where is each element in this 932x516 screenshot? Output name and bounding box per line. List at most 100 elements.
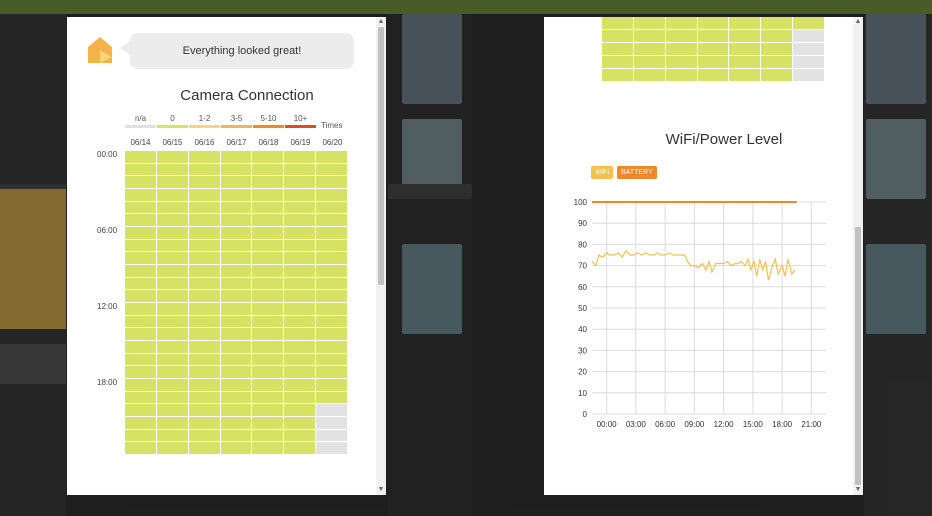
heatmap-cell[interactable] (252, 303, 284, 315)
heatmap-cell[interactable] (125, 252, 156, 264)
heatmap-cell[interactable] (284, 151, 316, 163)
heatmap-cell[interactable] (316, 290, 347, 302)
heatmap-cell[interactable] (220, 252, 252, 264)
heatmap-cell[interactable] (316, 151, 347, 163)
heatmap-cell[interactable] (316, 176, 347, 188)
heatmap-cell[interactable] (188, 252, 220, 264)
heatmap-cell[interactable] (316, 404, 347, 416)
heatmap-cell[interactable] (188, 189, 220, 201)
heatmap-cell[interactable] (316, 366, 347, 378)
scroll-up-arrow-icon[interactable]: ▲ (853, 17, 863, 27)
heatmap-cell[interactable] (220, 341, 252, 353)
heatmap-cell[interactable] (220, 328, 252, 340)
heatmap-cell[interactable] (316, 417, 347, 429)
heatmap-cell[interactable] (156, 391, 188, 404)
heatmap-cell[interactable] (220, 404, 252, 416)
scroll-down-arrow-icon[interactable]: ▼ (376, 485, 386, 495)
scroll-down-arrow-icon[interactable]: ▼ (853, 485, 863, 495)
heatmap-cell[interactable] (125, 341, 156, 353)
heatmap-cell[interactable] (125, 265, 156, 277)
heatmap-cell[interactable] (125, 353, 156, 366)
heatmap-cell[interactable] (125, 379, 156, 391)
heatmap-cell[interactable] (188, 442, 220, 454)
heatmap-cell[interactable] (284, 391, 316, 404)
scroll-thumb[interactable] (855, 227, 861, 485)
heatmap-cell[interactable] (252, 214, 284, 226)
scroll-up-arrow-icon[interactable]: ▲ (376, 17, 386, 27)
heatmap-cell[interactable] (125, 328, 156, 340)
heatmap-cell[interactable] (125, 151, 156, 163)
heatmap-cell[interactable] (188, 341, 220, 353)
heatmap-cell[interactable] (252, 379, 284, 391)
heatmap-cell[interactable] (316, 163, 347, 176)
heatmap-cell[interactable] (188, 201, 220, 214)
heatmap-cell[interactable] (284, 290, 316, 302)
heatmap-cell[interactable] (125, 429, 156, 442)
heatmap-cell[interactable] (125, 189, 156, 201)
heatmap-cell[interactable] (316, 227, 347, 239)
heatmap-cell[interactable] (125, 239, 156, 252)
heatmap-cell[interactable] (188, 239, 220, 252)
heatmap-cell[interactable] (252, 176, 284, 188)
heatmap-cell[interactable] (284, 303, 316, 315)
heatmap-cell[interactable] (125, 366, 156, 378)
heatmap-cell[interactable] (188, 277, 220, 290)
heatmap-cell[interactable] (284, 265, 316, 277)
heatmap-cell[interactable] (125, 391, 156, 404)
heatmap-cell[interactable] (125, 277, 156, 290)
heatmap-cell[interactable] (220, 379, 252, 391)
heatmap-cell[interactable] (252, 391, 284, 404)
heatmap-cell[interactable] (220, 391, 252, 404)
heatmap-cell[interactable] (125, 404, 156, 416)
heatmap-cell[interactable] (220, 189, 252, 201)
heatmap-cell[interactable] (252, 290, 284, 302)
heatmap-cell[interactable] (220, 163, 252, 176)
heatmap-cell[interactable] (252, 404, 284, 416)
heatmap-cell[interactable] (316, 328, 347, 340)
heatmap-cell[interactable] (188, 315, 220, 328)
heatmap-cell[interactable] (316, 189, 347, 201)
heatmap-cell[interactable] (220, 201, 252, 214)
heatmap-cell[interactable] (220, 151, 252, 163)
heatmap-cell[interactable] (284, 277, 316, 290)
heatmap-cell[interactable] (252, 341, 284, 353)
heatmap-cell[interactable] (220, 227, 252, 239)
heatmap-cell[interactable] (188, 214, 220, 226)
heatmap-cell[interactable] (220, 315, 252, 328)
heatmap-cell[interactable] (220, 303, 252, 315)
heatmap-cell[interactable] (125, 315, 156, 328)
heatmap-cell[interactable] (284, 417, 316, 429)
heatmap-cell[interactable] (156, 290, 188, 302)
heatmap-cell[interactable] (284, 239, 316, 252)
heatmap-cell[interactable] (156, 163, 188, 176)
heatmap-cell[interactable] (220, 366, 252, 378)
heatmap-cell[interactable] (220, 417, 252, 429)
heatmap-cell[interactable] (252, 429, 284, 442)
heatmap-cell[interactable] (284, 201, 316, 214)
panel2-scrollbar[interactable]: ▲ ▼ (853, 17, 863, 495)
heatmap-cell[interactable] (156, 176, 188, 188)
heatmap-cell[interactable] (156, 151, 188, 163)
heatmap-cell[interactable] (156, 353, 188, 366)
heatmap-cell[interactable] (220, 176, 252, 188)
heatmap-cell[interactable] (156, 239, 188, 252)
heatmap-cell[interactable] (252, 201, 284, 214)
heatmap-cell[interactable] (284, 252, 316, 264)
heatmap-cell[interactable] (316, 442, 347, 454)
heatmap-cell[interactable] (156, 328, 188, 340)
heatmap-cell[interactable] (220, 277, 252, 290)
heatmap-cell[interactable] (316, 353, 347, 366)
heatmap-cell[interactable] (125, 417, 156, 429)
heatmap-cell[interactable] (188, 429, 220, 442)
heatmap-cell[interactable] (316, 252, 347, 264)
heatmap-cell[interactable] (316, 429, 347, 442)
heatmap-cell[interactable] (125, 214, 156, 226)
heatmap-cell[interactable] (125, 227, 156, 239)
heatmap-cell[interactable] (156, 303, 188, 315)
heatmap-cell[interactable] (252, 315, 284, 328)
heatmap-cell[interactable] (156, 201, 188, 214)
heatmap-cell[interactable] (220, 429, 252, 442)
heatmap-cell[interactable] (316, 341, 347, 353)
heatmap-cell[interactable] (284, 315, 316, 328)
heatmap-cell[interactable] (220, 353, 252, 366)
